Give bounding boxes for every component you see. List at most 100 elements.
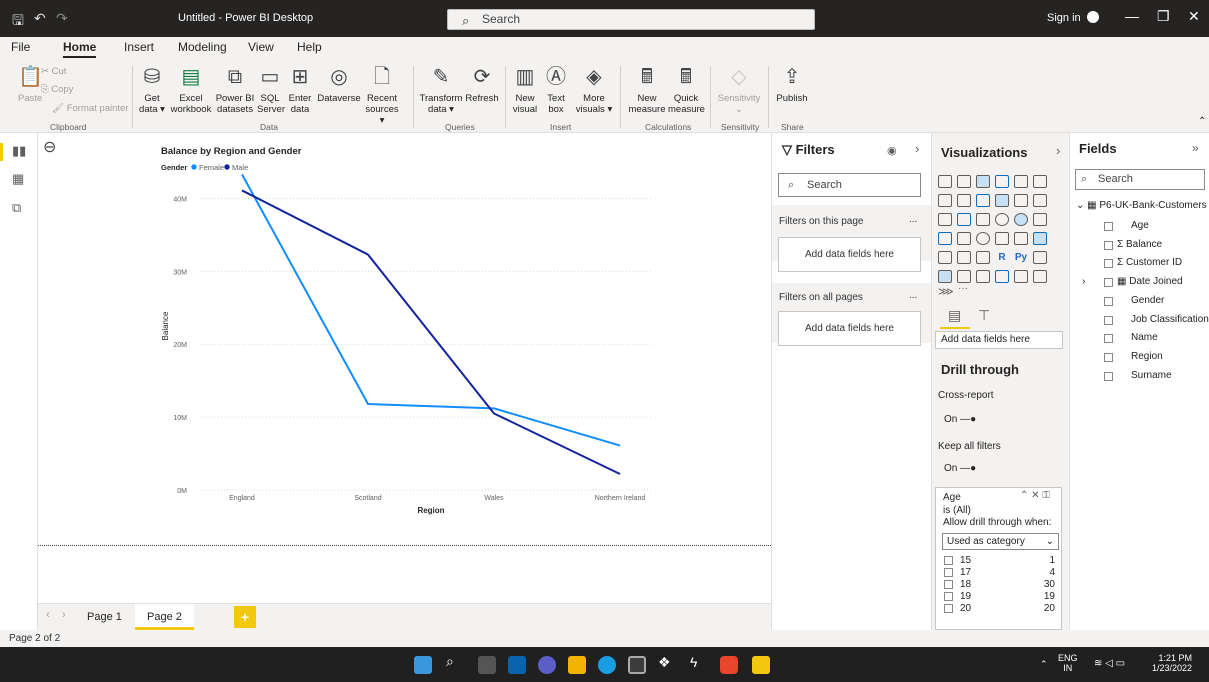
task-view-icon[interactable] (478, 656, 496, 674)
checkbox[interactable] (1104, 240, 1113, 250)
power-apps-icon[interactable] (1014, 270, 1028, 283)
collapse-filters-icon[interactable]: › (915, 141, 919, 156)
r-visual-icon[interactable]: R (995, 251, 1009, 264)
stacked-column-icon[interactable] (957, 175, 971, 188)
donut-icon[interactable] (1014, 213, 1028, 226)
power-automate-icon[interactable] (1033, 270, 1047, 283)
fields-search-input[interactable]: ⌕ Search (1075, 169, 1205, 190)
clock[interactable]: 1:21 PM 1/23/2022 (1152, 653, 1192, 673)
funnel-icon[interactable] (957, 213, 971, 226)
sql-server-button[interactable]: ▭ SQL Server (257, 64, 285, 115)
age-value-row[interactable]: 19 19 (942, 591, 1057, 603)
field-item[interactable]: Gender (1092, 295, 1207, 309)
pie-icon[interactable] (995, 213, 1009, 226)
new-measure-button[interactable]: 🖩 New measure (625, 64, 669, 115)
eye-icon[interactable]: ◉ (887, 144, 897, 157)
line-column-icon[interactable] (995, 194, 1009, 207)
power-bi-datasets-button[interactable]: ⧉ Power BI datasets (214, 64, 256, 115)
paste-button[interactable]: 📋 Paste (18, 64, 43, 104)
treemap-icon[interactable] (1033, 213, 1047, 226)
app-lightning-icon[interactable]: ϟ (690, 654, 708, 672)
field-item[interactable]: Surname (1092, 370, 1207, 384)
field-item[interactable]: Job Classification (1092, 314, 1209, 328)
close-icon[interactable]: ✕ (1188, 8, 1200, 25)
menu-home[interactable]: Home (63, 40, 97, 58)
edge-browser-icon[interactable] (598, 656, 616, 674)
age-value-row[interactable]: 18 30 (942, 579, 1057, 591)
keep-all-filters-toggle[interactable]: On —● (944, 463, 976, 474)
next-page-icon[interactable]: › (62, 609, 66, 621)
100-column-icon[interactable] (1033, 175, 1047, 188)
paginated-report-icon[interactable] (995, 270, 1009, 283)
python-visual-icon[interactable]: Py (1014, 251, 1028, 264)
viz-drop-well[interactable]: Add data fields here (935, 331, 1063, 349)
age-value-row[interactable]: 20 20 (942, 603, 1057, 615)
field-item[interactable]: Σ Balance (1092, 239, 1207, 253)
collapse-viz-icon[interactable]: › (1056, 143, 1060, 158)
file-explorer-icon[interactable] (568, 656, 586, 674)
restore-icon[interactable]: ❐ (1157, 8, 1170, 25)
store-icon[interactable] (628, 656, 646, 674)
field-item[interactable]: Age (1092, 220, 1207, 234)
menu-insert[interactable]: Insert (124, 40, 154, 54)
sign-in-link[interactable]: Sign in (1047, 12, 1081, 24)
expand-chevron-icon[interactable]: › (1082, 276, 1085, 287)
widgets-icon[interactable] (508, 656, 526, 674)
brave-browser-icon[interactable] (720, 656, 738, 674)
cut-button[interactable]: ✂ Cut (41, 66, 66, 77)
table-node[interactable]: ⌄ ▦ P6-UK-Bank-Customers (1076, 200, 1207, 211)
more-options-icon[interactable]: ... (909, 214, 917, 225)
redo-icon[interactable]: ↷ (56, 10, 68, 27)
checkbox[interactable] (944, 568, 953, 577)
collapse-ribbon-icon[interactable]: ⌃ (1198, 116, 1206, 127)
line-chart-icon[interactable] (938, 194, 952, 207)
stacked-bar-icon[interactable] (938, 175, 952, 188)
age-value-row[interactable]: 17 4 (942, 567, 1057, 579)
checkbox[interactable] (944, 556, 953, 565)
filters-search-input[interactable]: ⌕ Search (778, 173, 921, 197)
menu-view[interactable]: View (248, 40, 274, 54)
filters-all-drop-well[interactable]: Add data fields here (778, 311, 921, 346)
text-box-button[interactable]: Ⓐ Text box (542, 64, 570, 115)
taskbar-search-icon[interactable]: ⌕ (446, 653, 464, 671)
report-view-icon[interactable]: ▮▮ (12, 143, 26, 159)
checkbox[interactable] (1104, 296, 1113, 306)
menu-modeling[interactable]: Modeling (178, 40, 227, 54)
fields-tab-icon[interactable]: ▤ (948, 307, 961, 324)
drill-mode-dropdown[interactable]: Used as category ⌄ (942, 533, 1059, 550)
qna-icon[interactable] (957, 270, 971, 283)
stacked-area-icon[interactable] (976, 194, 990, 207)
menu-help[interactable]: Help (297, 40, 322, 54)
checkbox[interactable] (944, 592, 953, 601)
smart-narrative-icon[interactable] (976, 270, 990, 283)
wifi-volume-battery-icons[interactable]: ≋ ◁ ▭ (1094, 658, 1125, 669)
minimize-icon[interactable]: — (1125, 8, 1139, 24)
waterfall-icon[interactable] (938, 213, 952, 226)
line-chart[interactable]: Balance by Region and Gender Gender Femal… (142, 140, 662, 515)
decomposition-tree-icon[interactable] (938, 270, 952, 283)
checkbox[interactable] (1104, 334, 1113, 344)
dropbox-icon[interactable]: ❖ (658, 654, 676, 672)
key-influencers-icon[interactable] (1033, 251, 1047, 264)
excel-workbook-button[interactable]: ▤ Excel workbook (170, 64, 212, 115)
checkbox[interactable] (1104, 315, 1113, 325)
slicer-icon[interactable] (938, 251, 952, 264)
100-bar-icon[interactable] (1014, 175, 1028, 188)
menu-file[interactable]: File (11, 40, 30, 54)
field-item[interactable]: Region (1092, 351, 1207, 365)
age-filter-card[interactable]: Age ⌃ ✕ ⚿ is (All) Allow drill through w… (935, 487, 1062, 630)
more-visuals-ellipsis[interactable]: ··· (958, 283, 968, 294)
transform-data-button[interactable]: ✎ Transform data ▾ (418, 64, 464, 115)
recent-sources-button[interactable]: 🗋 Recent sources ▾ (362, 64, 402, 126)
windows-start-icon[interactable] (414, 656, 432, 674)
publish-button[interactable]: ⇪ Publish (774, 64, 810, 104)
checkbox[interactable] (1104, 222, 1113, 231)
table-visual-icon[interactable] (957, 251, 971, 264)
area-chart-icon[interactable] (957, 194, 971, 207)
checkbox[interactable] (1104, 352, 1113, 362)
more-visuals-button[interactable]: ◈ More visuals ▾ (574, 64, 614, 115)
format-paint-roller-icon[interactable]: ⊤ (978, 307, 990, 324)
power-bi-taskbar-icon[interactable] (752, 656, 770, 674)
checkbox[interactable] (1104, 371, 1113, 381)
copy-button[interactable]: ⎘ Copy (41, 84, 73, 95)
